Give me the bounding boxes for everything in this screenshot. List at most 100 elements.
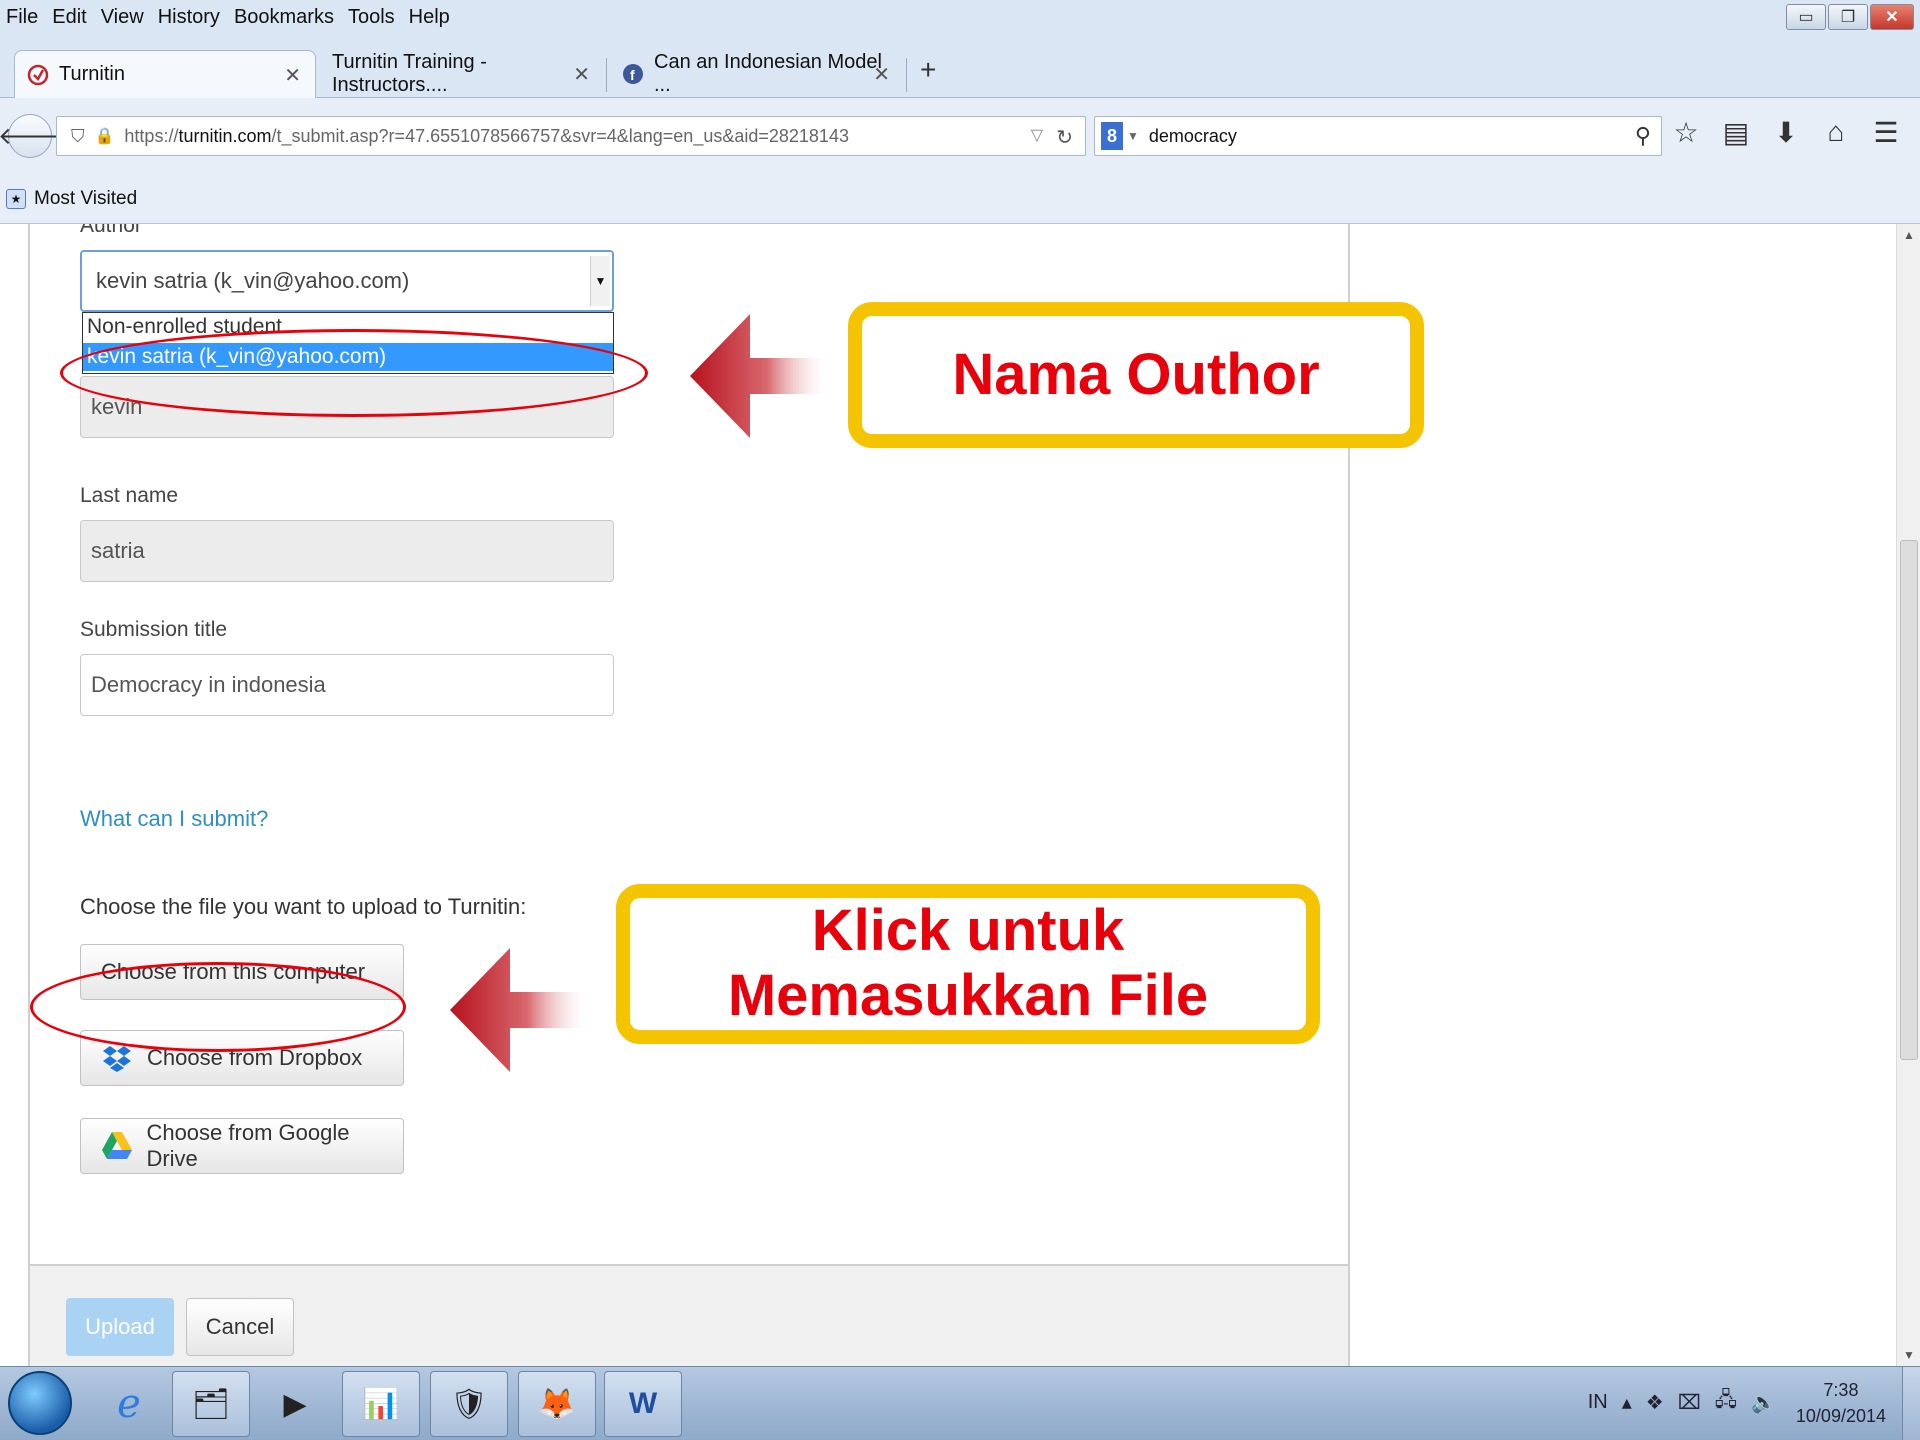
bookmarks-toolbar: ★ Most Visited bbox=[0, 174, 1920, 224]
callout-author-name: Nama Outhor bbox=[848, 302, 1424, 448]
url-dropdown-icon[interactable]: ▽ bbox=[1031, 125, 1043, 145]
tab-label: Can an Indonesian Model ... bbox=[654, 51, 882, 96]
reload-icon[interactable]: ↻ bbox=[1056, 125, 1073, 150]
most-visited-icon: ★ bbox=[6, 188, 26, 209]
tray-expand-icon[interactable]: ▴ bbox=[1622, 1390, 1632, 1415]
url-path: /t_submit.asp?r=47.6551078566757&svr=4&l… bbox=[271, 125, 849, 146]
menu-edit[interactable]: Edit bbox=[52, 6, 86, 29]
scroll-down-icon[interactable]: ▼ bbox=[1903, 1348, 1915, 1362]
form-footer: Upload Cancel bbox=[28, 1264, 1350, 1366]
internet-explorer-icon[interactable]: e bbox=[90, 1371, 168, 1437]
security-app-icon[interactable]: 🛡 bbox=[430, 1371, 508, 1437]
firefox-icon[interactable]: 🦊 bbox=[518, 1371, 596, 1437]
choose-file-label: Choose the file you want to upload to Tu… bbox=[80, 894, 527, 919]
clock-date: 10/09/2014 bbox=[1795, 1406, 1886, 1426]
close-window-button[interactable]: ✕ bbox=[1870, 4, 1914, 30]
windows-taskbar: e 🗂 ▶ 📊 🛡 🦊 W IN ▴ ❖ ⌧ 🖧 🔈 7:38 10/09/20… bbox=[0, 1366, 1920, 1440]
search-bar[interactable]: 8 ▼ democracy ⚲ bbox=[1094, 116, 1662, 156]
bookmark-star-icon[interactable]: ☆ bbox=[1670, 116, 1702, 149]
tab-divider bbox=[906, 58, 907, 92]
url-bar[interactable]: ⛉ 🔒 https://turnitin.com/t_submit.asp?r=… bbox=[56, 116, 1086, 156]
last-name-label: Last name bbox=[80, 484, 179, 507]
google-drive-icon bbox=[99, 1128, 134, 1164]
submission-title-input[interactable]: Democracy in indonesia bbox=[80, 654, 614, 716]
menu-file[interactable]: File bbox=[6, 6, 38, 29]
tab-indonesian-model[interactable]: f Can an Indonesian Model ... ✕ bbox=[610, 50, 904, 98]
what-can-i-submit-link[interactable]: What can I submit? bbox=[80, 806, 268, 832]
back-arrow-icon[interactable]: 🡐 bbox=[0, 114, 62, 158]
turnitin-icon bbox=[27, 64, 49, 86]
scrollbar-thumb[interactable] bbox=[1900, 540, 1918, 1060]
media-player-icon[interactable]: ▶ bbox=[256, 1371, 334, 1437]
word-icon[interactable]: W bbox=[604, 1371, 682, 1437]
language-indicator[interactable]: IN bbox=[1588, 1391, 1608, 1414]
submission-title-value: Democracy in indonesia bbox=[91, 672, 326, 697]
close-tab-icon[interactable]: ✕ bbox=[284, 63, 301, 88]
menu-tools[interactable]: Tools bbox=[348, 6, 395, 29]
toolbar-icons: ☆ ▤ ⬇ ⌂ ☰ bbox=[1670, 116, 1902, 149]
menu-bookmarks[interactable]: Bookmarks bbox=[234, 6, 334, 29]
tab-label: Turnitin bbox=[59, 63, 125, 85]
power-icon[interactable]: ⌧ bbox=[1678, 1390, 1701, 1415]
file-explorer-icon[interactable]: 🗂 bbox=[172, 1371, 250, 1437]
last-name-value: satria bbox=[91, 538, 145, 563]
window-controls: ▭ ❐ ✕ bbox=[1786, 4, 1914, 30]
author-select[interactable]: kevin satria (k_vin@yahoo.com) ▼ bbox=[80, 250, 614, 312]
start-button-icon[interactable] bbox=[8, 1371, 72, 1435]
tab-turnitin[interactable]: Turnitin ✕ bbox=[14, 50, 316, 98]
search-engine-icon[interactable]: 8 bbox=[1101, 122, 1123, 150]
url-host: turnitin.com bbox=[178, 125, 272, 146]
menu-history[interactable]: History bbox=[158, 6, 220, 29]
clock-time: 7:38 bbox=[1823, 1380, 1859, 1400]
highlight-ellipse-author bbox=[60, 329, 648, 417]
url-prefix: https:// bbox=[124, 125, 179, 146]
powerpoint-icon[interactable]: 📊 bbox=[342, 1371, 420, 1437]
clock[interactable]: 7:38 10/09/2014 bbox=[1796, 1377, 1886, 1429]
pointer-arrow-author-icon bbox=[690, 314, 830, 438]
close-tab-icon[interactable]: ✕ bbox=[873, 62, 890, 87]
home-icon[interactable]: ⌂ bbox=[1820, 116, 1852, 149]
most-visited-link[interactable]: Most Visited bbox=[34, 188, 137, 210]
search-engine-dropdown-icon[interactable]: ▼ bbox=[1127, 129, 1139, 143]
vertical-scrollbar[interactable]: ▲ ▼ bbox=[1896, 224, 1920, 1366]
show-desktop-button[interactable] bbox=[1902, 1367, 1920, 1440]
tab-divider bbox=[606, 58, 607, 92]
network-icon[interactable]: 🖧 bbox=[1715, 1385, 1737, 1419]
volume-icon[interactable]: 🔈 bbox=[1751, 1390, 1776, 1415]
bookmarks-list-icon[interactable]: ▤ bbox=[1720, 116, 1752, 149]
callout-insert-file: Klick untuk Memasukkan File bbox=[616, 884, 1320, 1044]
menu-help[interactable]: Help bbox=[409, 6, 450, 29]
highlight-ellipse-choose-file bbox=[30, 962, 406, 1052]
restore-button[interactable]: ❐ bbox=[1828, 4, 1868, 30]
download-icon[interactable]: ⬇ bbox=[1770, 116, 1802, 149]
choose-from-google-drive-label: Choose from Google Drive bbox=[146, 1120, 350, 1171]
callout-file-line-1: Klick untuk bbox=[811, 898, 1125, 964]
choose-from-google-drive-button[interactable]: Choose from Google Drive bbox=[80, 1118, 404, 1174]
dropbox-tray-icon[interactable]: ❖ bbox=[1646, 1390, 1664, 1415]
lock-icon: 🔒 bbox=[94, 128, 115, 145]
submission-title-label: Submission title bbox=[80, 618, 228, 641]
search-value: democracy bbox=[1148, 125, 1237, 146]
tab-turnitin-training[interactable]: Turnitin Training - Instructors.... ✕ bbox=[320, 50, 604, 98]
menu-view[interactable]: View bbox=[101, 6, 144, 29]
identity-shield-icon[interactable]: ⛉ bbox=[71, 126, 85, 147]
search-icon[interactable]: ⚲ bbox=[1635, 123, 1651, 149]
tab-label: Turnitin Training - Instructors.... bbox=[332, 51, 487, 96]
new-tab-icon[interactable]: + bbox=[920, 54, 936, 86]
navigation-bar: 🡐 ⛉ 🔒 https://turnitin.com/t_submit.asp?… bbox=[0, 98, 1920, 174]
cancel-button[interactable]: Cancel bbox=[186, 1298, 294, 1356]
menu-bar: File Edit View History Bookmarks Tools H… bbox=[0, 0, 1920, 34]
author-selected-value: kevin satria (k_vin@yahoo.com) bbox=[96, 268, 410, 293]
hamburger-menu-icon[interactable]: ☰ bbox=[1870, 116, 1902, 149]
tab-strip: Turnitin ✕ Turnitin Training - Instructo… bbox=[0, 34, 1920, 98]
close-tab-icon[interactable]: ✕ bbox=[573, 62, 590, 87]
upload-button[interactable]: Upload bbox=[66, 1298, 174, 1356]
page-content: Author kevin satria (k_vin@yahoo.com) ▼ … bbox=[0, 224, 1896, 1366]
callout-file-line-2: Memasukkan File bbox=[727, 963, 1209, 1028]
callout-author-text: Nama Outhor bbox=[952, 341, 1320, 407]
scroll-up-icon[interactable]: ▲ bbox=[1903, 228, 1915, 242]
chevron-down-icon[interactable]: ▼ bbox=[590, 256, 610, 306]
facebook-icon: f bbox=[622, 63, 644, 85]
author-label: Author bbox=[80, 224, 142, 237]
minimize-button[interactable]: ▭ bbox=[1786, 4, 1826, 30]
